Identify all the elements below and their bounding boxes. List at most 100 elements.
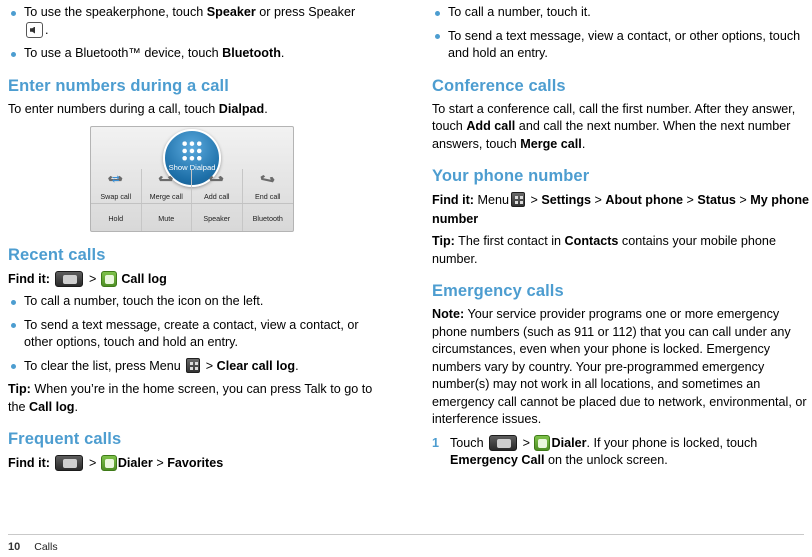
end-call-icon bbox=[259, 172, 277, 188]
recent-calls-bullet-list: To call a number, touch the icon on the … bbox=[8, 293, 376, 375]
dialer-icon bbox=[100, 455, 117, 471]
find-it-frequent-calls: Find it: > Dialer > Favorites bbox=[8, 454, 376, 473]
bullet-text: To call a number, touch the icon on the … bbox=[24, 294, 264, 308]
find-it-status: Status bbox=[697, 193, 736, 207]
menu-key-icon bbox=[510, 192, 525, 207]
find-it-separator-2: > bbox=[156, 456, 164, 470]
section-heading-frequent-calls: Frequent calls bbox=[8, 430, 122, 448]
bullet-text: To clear the list, press Menu bbox=[24, 358, 185, 373]
merge-call-label: Merge call bbox=[149, 192, 183, 201]
find-it-separator-3: > bbox=[686, 193, 694, 207]
end-call-button[interactable]: End call bbox=[243, 169, 294, 203]
step-separator: > bbox=[522, 435, 530, 450]
paragraph-bold-add-call: Add call bbox=[466, 119, 516, 133]
section-heading-enter-numbers: Enter numbers during a call bbox=[8, 76, 229, 95]
emergency-calls-steps: 1 Touch > Dialer. If your phone is locke… bbox=[432, 434, 812, 470]
find-it-separator-4: > bbox=[739, 193, 747, 207]
bullet-text-post: . bbox=[45, 22, 49, 37]
menu-key-icon bbox=[186, 357, 201, 373]
find-it-settings: Settings bbox=[541, 193, 592, 207]
paragraph-text: To enter numbers during a call, touch bbox=[8, 101, 219, 116]
bluetooth-label: Bluetooth bbox=[252, 214, 283, 223]
find-it-label: Find it: bbox=[8, 272, 50, 286]
list-item: To send a text message, view a contact, … bbox=[432, 28, 812, 63]
add-call-icon bbox=[208, 172, 226, 188]
hold-button[interactable]: Hold bbox=[91, 204, 142, 231]
note-label: Note: bbox=[432, 307, 465, 321]
find-it-your-phone-number: Find it: Menu > Settings > About phone >… bbox=[432, 191, 812, 229]
left-column: To use the speakerphone, touch Speaker o… bbox=[8, 0, 376, 477]
bullet-text-mid: > bbox=[202, 358, 217, 373]
dialer-key-icon bbox=[55, 271, 84, 287]
section-heading-recent-calls: Recent calls bbox=[8, 246, 106, 264]
tip-text-a: The first contact in bbox=[454, 234, 565, 248]
enter-numbers-paragraph: To enter numbers during a call, touch Di… bbox=[8, 101, 376, 119]
conference-calls-paragraph: To start a conference call, call the fir… bbox=[432, 101, 812, 154]
step-text-b: . If your phone is locked, touch bbox=[586, 435, 758, 450]
bullet-text-post: . bbox=[280, 46, 285, 60]
bullet-text: To send a text message, view a contact, … bbox=[448, 28, 801, 61]
swap-call-label: Swap call bbox=[100, 192, 132, 201]
find-it-recent-calls: Find it: > Call log bbox=[8, 270, 376, 289]
swap-call-icon: ⇄ bbox=[107, 172, 125, 188]
mute-label: Mute bbox=[158, 214, 175, 223]
mute-button[interactable]: Mute bbox=[142, 204, 192, 231]
manual-page: To use the speakerphone, touch Speaker o… bbox=[0, 0, 812, 557]
tip-text-post: . bbox=[74, 399, 79, 414]
list-item: To send a text message, create a contact… bbox=[8, 317, 376, 352]
add-call-button[interactable]: Add call bbox=[192, 169, 243, 203]
find-it-about-phone: About phone bbox=[605, 193, 684, 207]
paragraph-bold: Dialpad bbox=[218, 101, 265, 116]
dialer-key-icon bbox=[55, 455, 84, 471]
page-number: 10 bbox=[8, 541, 21, 553]
find-it-label: Find it: bbox=[432, 193, 474, 207]
footer-caption: Calls bbox=[34, 541, 58, 553]
merge-call-button[interactable]: Merge call bbox=[142, 169, 192, 203]
speaker-label: Speaker bbox=[203, 214, 231, 223]
speaker-button[interactable]: Speaker bbox=[192, 204, 243, 231]
bluetooth-button[interactable]: Bluetooth bbox=[243, 204, 294, 231]
dialer-icon bbox=[534, 434, 551, 451]
find-it-separator-2: > bbox=[594, 193, 602, 207]
step-text-a: Touch bbox=[450, 435, 488, 450]
list-item: To use the speakerphone, touch Speaker o… bbox=[8, 4, 376, 39]
tip-label: Tip: bbox=[432, 234, 455, 248]
find-it-target: Call log bbox=[121, 272, 167, 286]
emergency-calls-note: Note: Your service provider programs one… bbox=[432, 306, 812, 429]
add-call-label: Add call bbox=[203, 192, 230, 201]
recent-calls-tip: Tip: When you’re in the home screen, you… bbox=[8, 381, 376, 416]
section-heading-conference-calls: Conference calls bbox=[432, 76, 566, 95]
bullet-text: To use a Bluetooth™ device, touch bbox=[24, 46, 223, 60]
paragraph-text-c: . bbox=[581, 136, 586, 151]
swap-call-button[interactable]: ⇄ Swap call bbox=[91, 169, 142, 203]
bullet-text-mid: or press Speaker bbox=[255, 5, 356, 19]
list-item: To call a number, touch it. bbox=[432, 4, 812, 22]
dialpad-grid-icon bbox=[181, 140, 203, 162]
call-log-icon bbox=[100, 271, 117, 287]
bullet-bold: Speaker bbox=[206, 5, 256, 19]
list-item: To call a number, touch the icon on the … bbox=[8, 293, 376, 311]
find-it-separator: > bbox=[88, 456, 97, 470]
note-body: Your service provider programs one or mo… bbox=[432, 307, 807, 426]
find-it-menu-text: Menu bbox=[477, 193, 509, 207]
step-text-c: on the unlock screen. bbox=[544, 453, 668, 467]
bullet-bold: Clear call log bbox=[216, 358, 296, 373]
list-item: To clear the list, press Menu > Clear ca… bbox=[8, 357, 376, 376]
paragraph-text-post: . bbox=[264, 101, 268, 116]
footer-divider bbox=[8, 534, 804, 535]
section-heading-emergency-calls: Emergency calls bbox=[432, 282, 564, 300]
tip-bold-contacts: Contacts bbox=[564, 234, 619, 248]
step-bold-emergency-call: Emergency Call bbox=[450, 453, 545, 467]
right-top-bullet-list: To call a number, touch it. To send a te… bbox=[432, 4, 812, 63]
find-it-label: Find it: bbox=[8, 456, 50, 470]
your-phone-number-tip: Tip: The first contact in Contacts conta… bbox=[432, 233, 812, 268]
step-bold-dialer: Dialer bbox=[551, 435, 587, 450]
list-item: To use a Bluetooth™ device, touch Blueto… bbox=[8, 45, 376, 63]
bullet-bold: Bluetooth bbox=[222, 46, 281, 60]
in-call-options-row: Hold Mute Speaker Bluetooth bbox=[91, 203, 293, 231]
section-heading-your-phone-number: Your phone number bbox=[432, 167, 590, 185]
tip-bold: Call log bbox=[29, 399, 75, 414]
list-item: 1 Touch > Dialer. If your phone is locke… bbox=[432, 434, 812, 470]
tip-label: Tip: bbox=[8, 382, 31, 396]
left-top-bullet-list: To use the speakerphone, touch Speaker o… bbox=[8, 4, 376, 63]
